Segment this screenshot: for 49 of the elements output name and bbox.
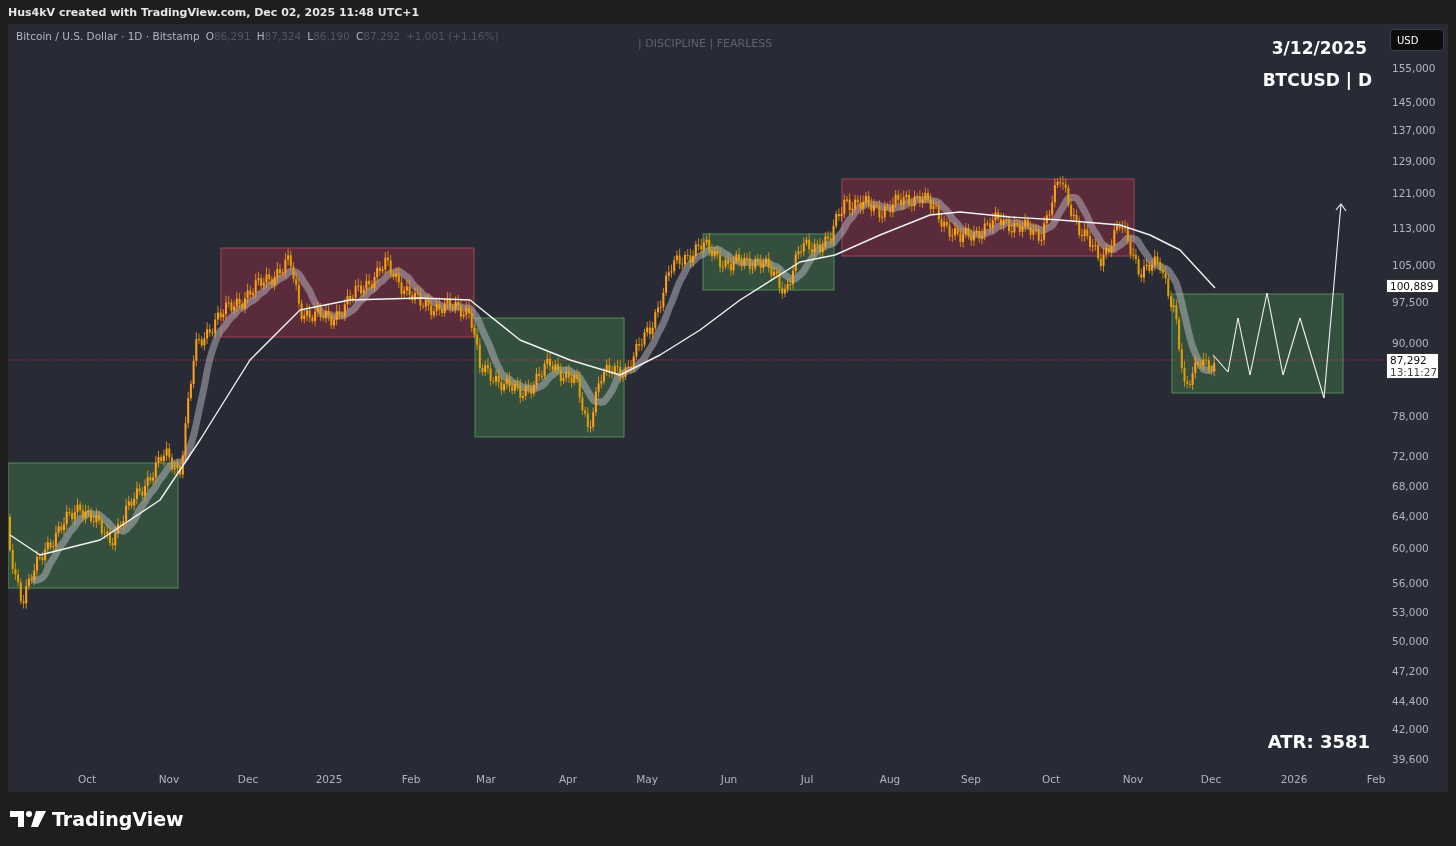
time-tick: Nov xyxy=(158,773,180,785)
chart-caption: Hus4kV created with TradingView.com, Dec 02, 2025 11:48 UTC+1 xyxy=(8,5,420,19)
price-tick: 64,000 xyxy=(1392,510,1429,522)
price-tick: 155,000 xyxy=(1392,62,1436,74)
price-tick: 60,000 xyxy=(1392,542,1429,554)
price-tick: 56,000 xyxy=(1392,577,1429,589)
price-tick: 97,500 xyxy=(1392,296,1429,308)
price-label: 100,889 xyxy=(1386,279,1439,293)
price-label: 87,292 13:11:27 xyxy=(1386,353,1439,379)
brand-name: TradingView xyxy=(52,808,184,830)
time-tick: Feb xyxy=(1366,773,1386,785)
time-tick: Oct xyxy=(1041,773,1061,785)
price-tick: 121,000 xyxy=(1392,187,1436,199)
price-tick: 78,000 xyxy=(1392,410,1429,422)
time-tick: Apr xyxy=(558,773,578,785)
time-tick: Oct xyxy=(77,773,97,785)
time-tick: Feb xyxy=(401,773,421,785)
time-tick: Jun xyxy=(720,773,738,785)
price-tick: 145,000 xyxy=(1392,96,1436,108)
symbol-title: Bitcoin / U.S. Dollar · 1D · Bitstamp xyxy=(16,30,200,42)
time-tick: 2025 xyxy=(315,773,343,785)
time-tick: Mar xyxy=(476,773,496,785)
price-tick: 68,000 xyxy=(1392,480,1429,492)
price-tick: 53,000 xyxy=(1392,606,1429,618)
ticker-label: BTCUSD | D xyxy=(1262,70,1372,90)
price-tick: 137,000 xyxy=(1392,124,1436,136)
price-tick: 44,400 xyxy=(1392,695,1429,707)
watermark-text: | DISCIPLINE | FEARLESS xyxy=(638,37,773,50)
atr-label: ATR: 3581 xyxy=(1267,731,1370,752)
time-tick: Nov xyxy=(1122,773,1144,785)
time-tick: May xyxy=(636,773,658,785)
time-tick: Dec xyxy=(1200,773,1222,785)
time-tick: Aug xyxy=(879,773,901,785)
price-tick: 105,000 xyxy=(1392,259,1436,271)
price-tick: 50,000 xyxy=(1392,635,1429,647)
price-tick: 72,000 xyxy=(1392,450,1429,462)
price-tick: 129,000 xyxy=(1392,155,1436,167)
price-tick: 47,200 xyxy=(1392,665,1429,677)
time-tick: Jul xyxy=(800,773,814,785)
date-label: 3/12/2025 xyxy=(1271,38,1367,58)
price-tick: 90,000 xyxy=(1392,337,1429,349)
price-tick: 39,600 xyxy=(1392,753,1429,765)
price-tick: 113,000 xyxy=(1392,222,1436,234)
time-tick: Dec xyxy=(237,773,259,785)
logo-icon xyxy=(10,811,46,827)
time-tick: 2026 xyxy=(1280,773,1308,785)
price-tick: 42,000 xyxy=(1392,723,1429,735)
currency-button[interactable]: USD xyxy=(1390,29,1444,51)
time-tick: Sep xyxy=(961,773,981,785)
